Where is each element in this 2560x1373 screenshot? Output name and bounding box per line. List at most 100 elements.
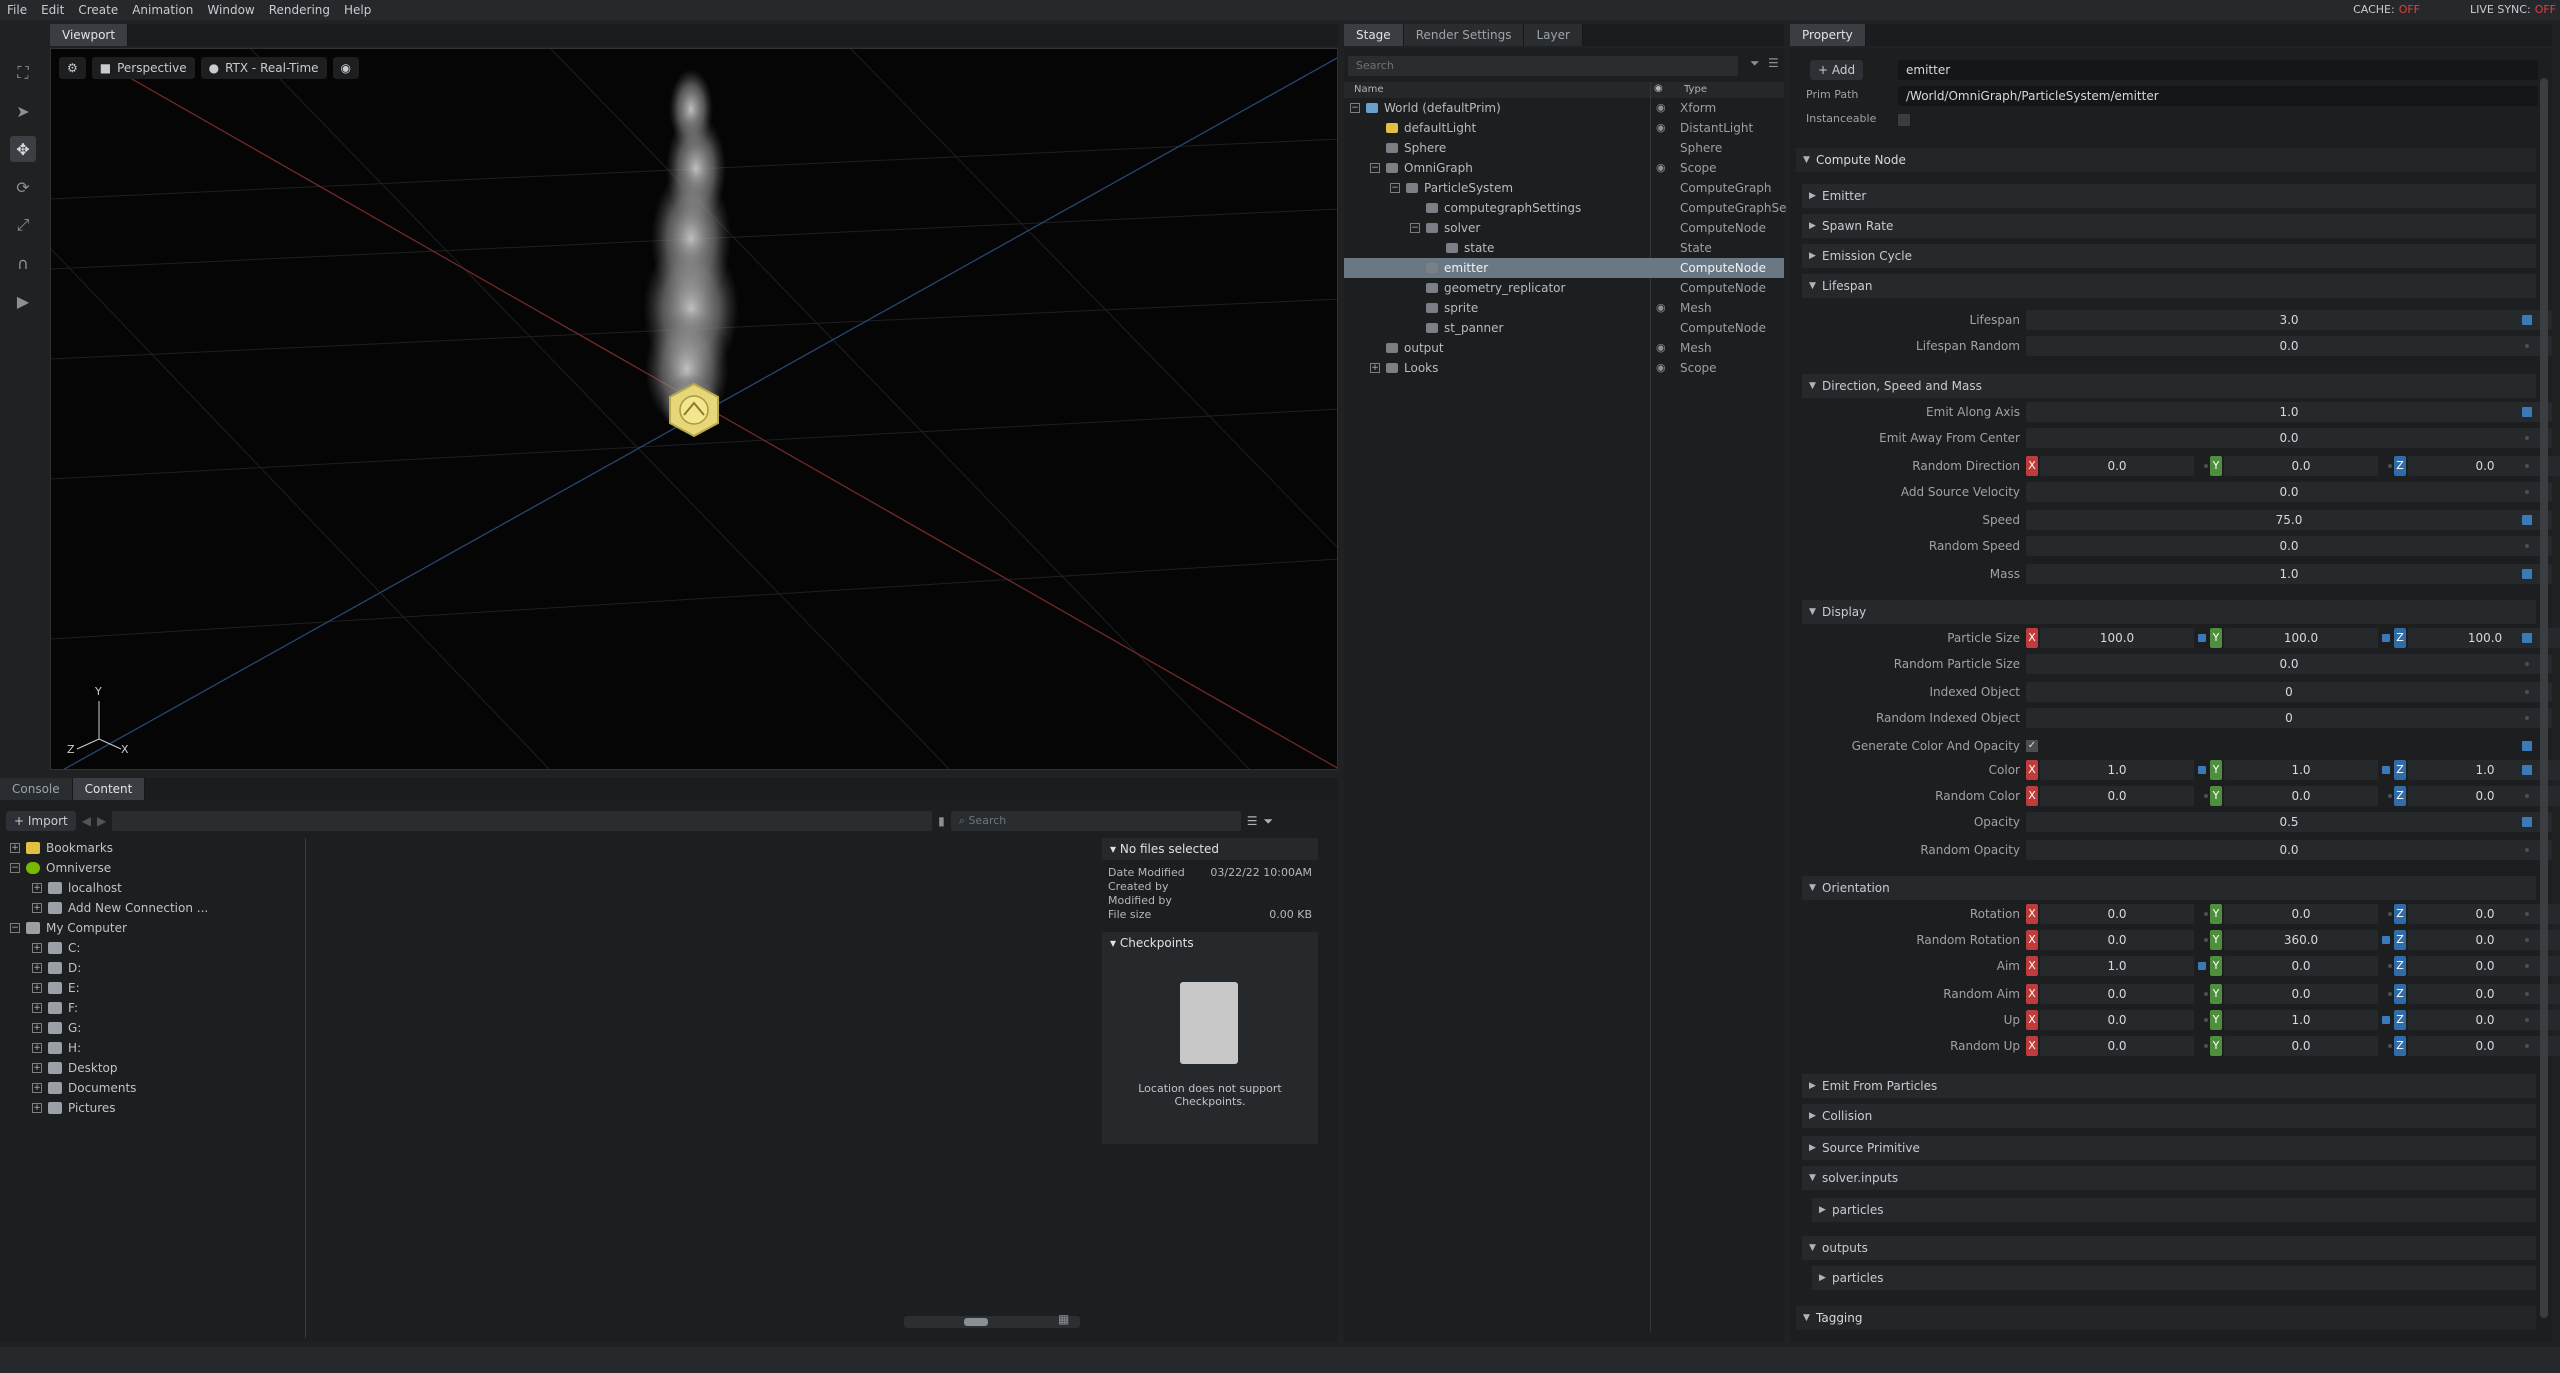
random-up-y-field[interactable]: 0.0 <box>2224 1036 2378 1056</box>
content-tree-item[interactable]: + C: <box>2 938 305 958</box>
play-icon[interactable]: ▶ <box>10 288 36 314</box>
tab-render-settings[interactable]: Render Settings <box>1403 24 1525 46</box>
random-particle-size-field[interactable]: 0.0 <box>2026 654 2552 674</box>
random-rotation-x-field[interactable]: 0.0 <box>2040 930 2194 950</box>
random-color-y-field[interactable]: 0.0 <box>2224 786 2378 806</box>
cache-status[interactable]: CACHE: OFF <box>2353 3 2420 16</box>
viewport[interactable]: Y Z X ⚙ ■ Perspective ● RTX - Real-Time ◉ <box>50 48 1338 770</box>
particle-size-z-field[interactable]: 100.0 <box>2408 628 2560 648</box>
stage-row[interactable]: geometry_replicator ComputeNode <box>1344 278 1784 298</box>
expand-toggle-icon[interactable]: + <box>32 1003 42 1013</box>
random-direction-y-marker[interactable] <box>2388 464 2392 468</box>
random-rotation-y-marker[interactable] <box>2382 936 2390 944</box>
visibility-eye-icon[interactable]: ◉ <box>1656 358 1666 378</box>
section-display[interactable]: ▼ Display <box>1802 600 2536 624</box>
color-x-marker[interactable] <box>2198 766 2206 774</box>
up-y-field[interactable]: 1.0 <box>2224 1010 2378 1030</box>
expand-toggle-icon[interactable]: + <box>32 1103 42 1113</box>
random-rotation-x-marker[interactable] <box>2204 938 2208 942</box>
section-emitter[interactable]: ▶ Emitter <box>1802 184 2536 208</box>
grid-view-icon[interactable]: ▦ <box>1058 1312 1069 1326</box>
particle-size-x-marker[interactable] <box>2198 634 2206 642</box>
aim-y-marker[interactable] <box>2388 964 2392 968</box>
slider-handle[interactable] <box>964 1318 988 1326</box>
rotation-z-field[interactable]: 0.0 <box>2408 904 2560 924</box>
add-button[interactable]: + Add <box>1810 60 1864 80</box>
mass-keyframe-marker[interactable] <box>2522 569 2532 579</box>
content-tree-item[interactable]: + D: <box>2 958 305 978</box>
aim-z-field[interactable]: 0.0 <box>2408 956 2560 976</box>
stage-row[interactable]: computegraphSettings ComputeGraphSe <box>1344 198 1787 218</box>
random-up-y-marker[interactable] <box>2388 1044 2392 1048</box>
indexed-object-default-dot[interactable] <box>2525 690 2529 694</box>
expand-toggle-icon[interactable]: + <box>32 903 42 913</box>
tab-stage[interactable]: Stage <box>1344 24 1404 46</box>
section-particles-outputs[interactable]: ▶ particles <box>1812 1266 2536 1290</box>
stage-search-input[interactable]: Search <box>1348 56 1738 76</box>
expand-toggle-icon[interactable]: + <box>32 1043 42 1053</box>
random-aim-x-marker[interactable] <box>2204 992 2208 996</box>
random-color-x-field[interactable]: 0.0 <box>2040 786 2194 806</box>
random-up-z-field[interactable]: 0.0 <box>2408 1036 2560 1056</box>
visibility-eye-icon[interactable]: ◉ <box>1656 98 1666 118</box>
random-color-y-marker[interactable] <box>2388 794 2392 798</box>
random-up-x-marker[interactable] <box>2204 1044 2208 1048</box>
viewport-settings-button[interactable]: ⚙ <box>59 57 86 79</box>
random-speed-default-dot[interactable] <box>2525 544 2529 548</box>
stage-row[interactable]: state State <box>1344 238 1784 258</box>
camera-button[interactable]: ■ Perspective <box>91 57 195 79</box>
random-speed-field[interactable]: 0.0 <box>2026 536 2552 556</box>
random-direction-default-dot[interactable] <box>2525 464 2529 468</box>
content-tree-item[interactable]: + E: <box>2 978 305 998</box>
section-emission-cycle[interactable]: ▶ Emission Cycle <box>1802 244 2536 268</box>
particle-size-keyframe-marker[interactable] <box>2522 633 2532 643</box>
lifespan-keyframe-marker[interactable] <box>2522 315 2532 325</box>
content-tree-item[interactable]: + F: <box>2 998 305 1018</box>
particle-size-y-marker[interactable] <box>2382 634 2390 642</box>
up-y-marker[interactable] <box>2382 1016 2390 1024</box>
frame-icon[interactable]: ⛶ <box>10 60 36 86</box>
random-direction-z-field[interactable]: 0.0 <box>2408 456 2560 476</box>
tab-layer[interactable]: Layer <box>1524 24 1583 46</box>
instanceable-checkbox[interactable] <box>1898 114 1910 126</box>
add-source-velocity-default-dot[interactable] <box>2525 490 2529 494</box>
stage-row[interactable]: − OmniGraph ◉ Scope <box>1344 158 1784 178</box>
property-scrollbar[interactable] <box>2540 78 2548 1318</box>
section-solver-inputs[interactable]: ▼ solver.inputs <box>1802 1166 2536 1190</box>
random-direction-y-field[interactable]: 0.0 <box>2224 456 2378 476</box>
stage-row[interactable]: defaultLight ◉ DistantLight <box>1344 118 1784 138</box>
stage-row[interactable]: + Looks ◉ Scope <box>1344 358 1784 378</box>
random-aim-z-field[interactable]: 0.0 <box>2408 984 2560 1004</box>
stage-row[interactable]: Sphere Sphere <box>1344 138 1784 158</box>
emit-along-axis-field[interactable]: 1.0 <box>2026 402 2552 422</box>
lifespan-random-default-dot[interactable] <box>2525 344 2529 348</box>
content-tree-item[interactable]: − Omniverse <box>2 858 305 878</box>
stage-row[interactable]: output ◉ Mesh <box>1344 338 1784 358</box>
random-opacity-field[interactable]: 0.0 <box>2026 840 2552 860</box>
generate-color-opacity-checkbox[interactable]: ✓ <box>2026 740 2038 752</box>
tab-console[interactable]: Console <box>0 778 73 800</box>
content-search-input[interactable]: ⌕ Search <box>950 811 1241 831</box>
content-tree-item[interactable]: + Bookmarks <box>2 838 305 858</box>
random-opacity-default-dot[interactable] <box>2525 848 2529 852</box>
content-tree-item[interactable]: + Documents <box>2 1078 305 1098</box>
up-x-marker[interactable] <box>2204 1018 2208 1022</box>
rotation-x-field[interactable]: 0.0 <box>2040 904 2194 924</box>
move-icon[interactable]: ✥ <box>10 136 36 162</box>
color-z-field[interactable]: 1.0 <box>2408 760 2560 780</box>
color-keyframe-marker[interactable] <box>2522 765 2532 775</box>
rotate-icon[interactable]: ⟳ <box>10 174 36 200</box>
random-aim-default-dot[interactable] <box>2525 992 2529 996</box>
stage-options-icon[interactable]: ☰ <box>1768 56 1779 70</box>
speed-keyframe-marker[interactable] <box>2522 515 2532 525</box>
prim-name-input[interactable]: emitter <box>1898 60 2538 80</box>
visibility-eye-icon[interactable]: ◉ <box>1656 158 1666 178</box>
expand-toggle-icon[interactable]: + <box>32 1083 42 1093</box>
stage-row[interactable]: − World (defaultPrim) ◉ Xform <box>1344 98 1784 118</box>
aim-default-dot[interactable] <box>2525 964 2529 968</box>
stage-row[interactable]: − solver ComputeNode <box>1344 218 1784 238</box>
rotation-x-marker[interactable] <box>2204 912 2208 916</box>
tab-property[interactable]: Property <box>1790 24 1866 46</box>
livesync-status[interactable]: LIVE SYNC: OFF <box>2470 3 2556 16</box>
random-up-x-field[interactable]: 0.0 <box>2040 1036 2194 1056</box>
